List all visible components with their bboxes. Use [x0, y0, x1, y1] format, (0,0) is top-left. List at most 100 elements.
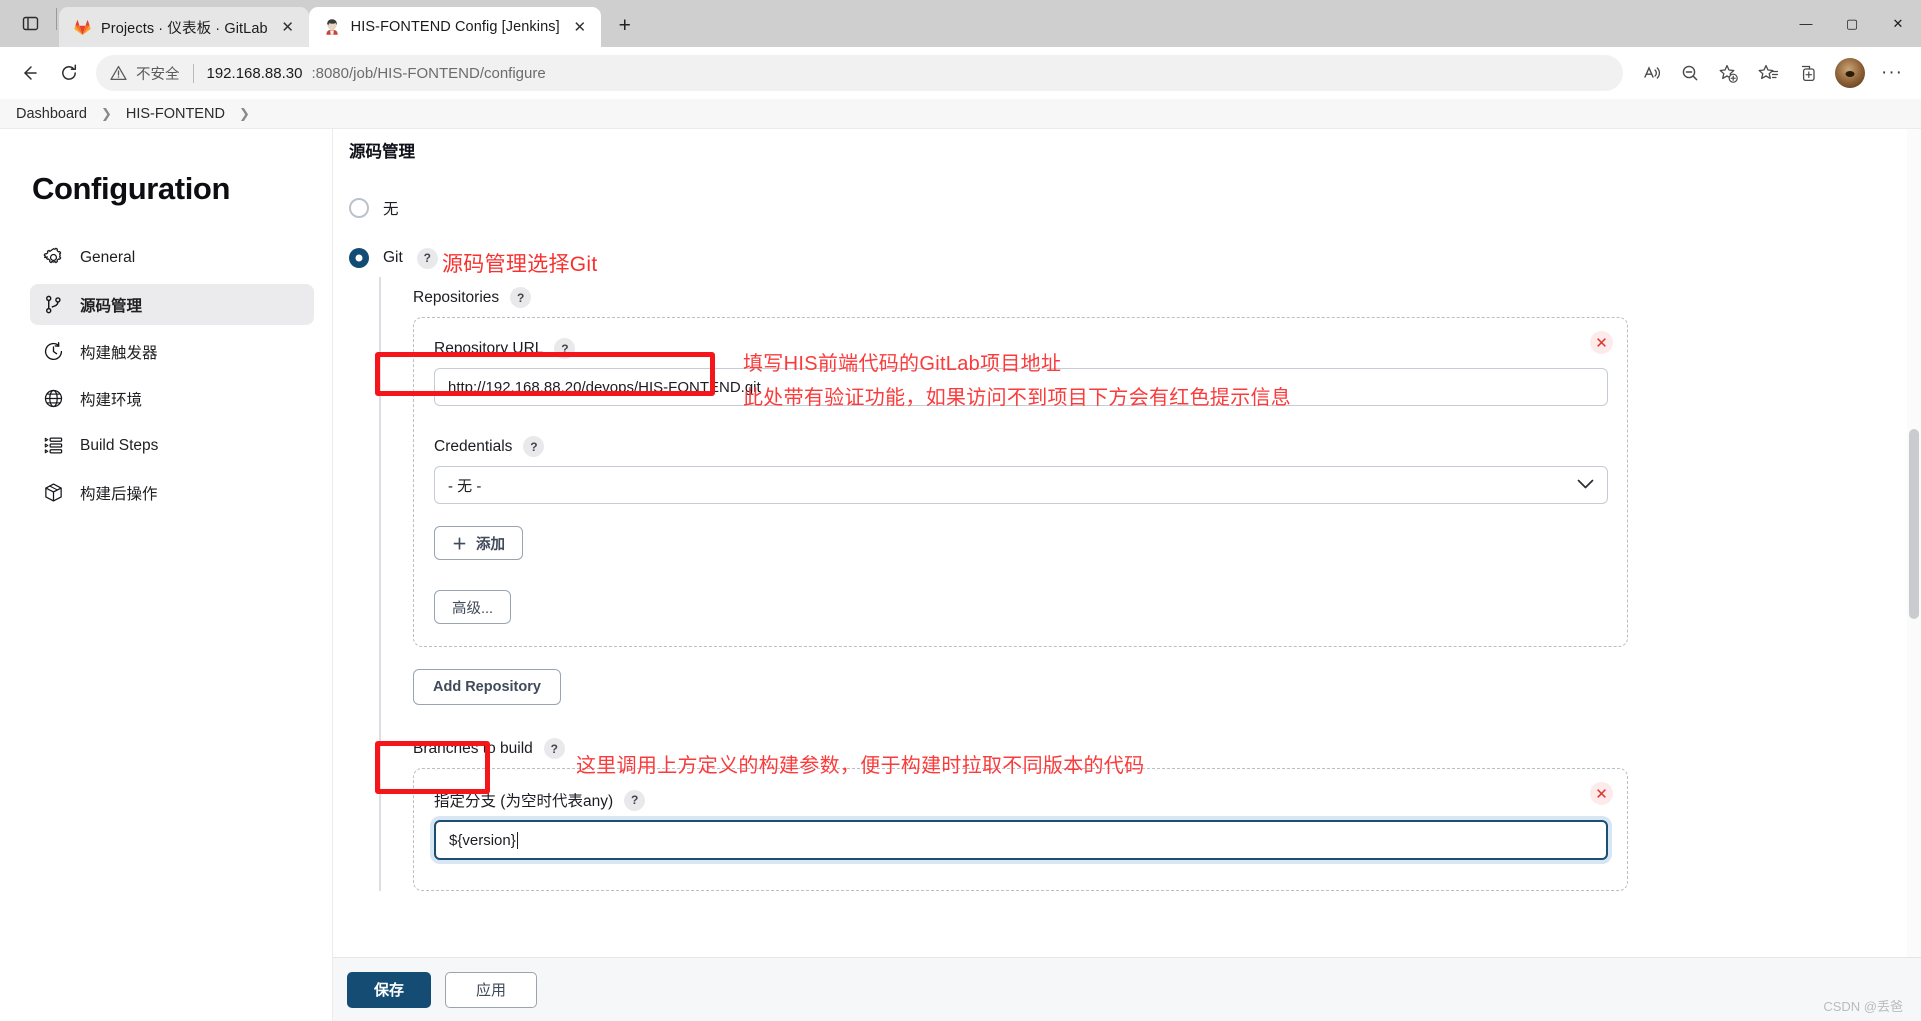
browser-window: Projects · 仪表板 · GitLab ✕ HIS-FONTEND Co… [0, 0, 1921, 1021]
breadcrumb: Dashboard ❯ HIS-FONTEND ❯ [0, 99, 1921, 129]
read-aloud-icon [1642, 63, 1662, 83]
new-tab-button[interactable]: + [607, 8, 643, 44]
branch-specifier-value: ${version} [449, 832, 516, 849]
branches-to-build-label: Branches to build [413, 740, 533, 758]
tab-actions-menu[interactable] [6, 0, 54, 47]
breadcrumb-item-dashboard[interactable]: Dashboard [14, 106, 89, 122]
maximize-button[interactable]: ▢ [1829, 0, 1875, 47]
credentials-label-row: Credentials ? [434, 436, 1605, 457]
tab-gitlab[interactable]: Projects · 仪表板 · GitLab ✕ [59, 7, 309, 47]
sidebar-item-label: 源码管理 [80, 294, 142, 316]
sidebar-item-general[interactable]: General [30, 237, 314, 278]
annotation-scm-git: 源码管理选择Git [442, 251, 598, 279]
not-secure-warning-icon [110, 65, 127, 81]
help-icon[interactable]: ? [523, 436, 544, 457]
branch-specifier-label: 指定分支 (为空时代表any) [434, 789, 613, 811]
browser-toolbar: 不安全 192.168.88.30:8080/job/HIS-FONTEND/c… [0, 47, 1921, 99]
page-content: Dashboard ❯ HIS-FONTEND ❯ Configuration … [0, 99, 1921, 1021]
annotation-branch-param: 这里调用上方定义的构建参数，便于构建时拉取不同版本的代码 [576, 753, 1144, 780]
advanced-button[interactable]: 高级... [434, 590, 511, 624]
url-host: 192.168.88.30 [207, 65, 303, 82]
toolbar-actions: ··· [1633, 54, 1911, 92]
tab-close-icon[interactable]: ✕ [277, 16, 299, 38]
collections-icon [1798, 63, 1819, 84]
address-bar[interactable]: 不安全 192.168.88.30:8080/job/HIS-FONTEND/c… [96, 55, 1623, 91]
sidebar-item-post-build[interactable]: 构建后操作 [30, 472, 314, 513]
sidebar-item-build-environment[interactable]: 构建环境 [30, 378, 314, 419]
sidebar-item-label: General [80, 249, 135, 267]
sidebar-item-scm[interactable]: 源码管理 [30, 284, 314, 325]
credentials-label: Credentials [434, 438, 512, 456]
jenkins-icon [323, 18, 342, 37]
steps-list-icon [42, 435, 64, 457]
tab-search-icon [22, 15, 39, 32]
scrollbar-thumb[interactable] [1909, 429, 1919, 619]
help-icon[interactable]: ? [510, 287, 531, 308]
address-divider [193, 64, 194, 83]
sidebar-item-label: 构建环境 [80, 388, 142, 410]
reload-icon [59, 63, 79, 83]
favorites-button[interactable] [1749, 54, 1787, 92]
configuration-sidebar: Configuration General [0, 129, 332, 1021]
add-favorite-button[interactable] [1709, 54, 1747, 92]
sidebar-item-build-steps[interactable]: Build Steps [30, 425, 314, 466]
page-title: Configuration [32, 171, 314, 207]
plus-icon: ＋ [452, 533, 467, 554]
back-button[interactable] [10, 54, 48, 92]
branch-specifier-input[interactable]: ${version} [434, 820, 1608, 860]
minimize-button[interactable]: — [1783, 0, 1829, 47]
back-arrow-icon [19, 63, 39, 83]
repositories-label-row: Repositories ? [413, 287, 1901, 308]
tab-jenkins[interactable]: HIS-FONTEND Config [Jenkins] ✕ [309, 7, 601, 47]
help-icon[interactable]: ? [544, 738, 565, 759]
radio-git-label: Git [383, 249, 403, 267]
close-window-button[interactable]: ✕ [1875, 0, 1921, 47]
more-button[interactable]: ··· [1873, 54, 1911, 92]
help-icon[interactable]: ? [554, 338, 575, 359]
save-button[interactable]: 保存 [347, 972, 431, 1008]
sidebar-item-label: 构建触发器 [80, 341, 158, 363]
form-footer: 保存 应用 CSDN @丢爸 [333, 957, 1921, 1021]
clock-icon [42, 341, 64, 363]
tab-divider [56, 8, 57, 30]
radio-none[interactable] [349, 198, 369, 218]
window-controls: — ▢ ✕ [1783, 0, 1921, 47]
source-branch-icon [42, 294, 64, 316]
annotation-repo-url-1: 填写HIS前端代码的GitLab项目地址 [743, 351, 1061, 378]
favorites-icon [1758, 63, 1779, 84]
add-repository-button[interactable]: Add Repository [413, 669, 561, 705]
chevron-down-icon [1577, 477, 1594, 494]
zoom-out-icon [1680, 63, 1700, 83]
breadcrumb-item-job[interactable]: HIS-FONTEND [124, 106, 227, 122]
add-credentials-label: 添加 [476, 533, 505, 554]
tab-title: Projects · 仪表板 · GitLab [101, 17, 268, 38]
chevron-right-icon: ❯ [233, 106, 256, 122]
help-icon[interactable]: ? [624, 790, 645, 811]
radio-git[interactable] [349, 248, 369, 268]
reload-button[interactable] [50, 54, 88, 92]
main-scrollbar[interactable] [1907, 129, 1921, 1021]
tab-strip: Projects · 仪表板 · GitLab ✕ HIS-FONTEND Co… [0, 0, 1921, 47]
profile-avatar[interactable] [1835, 58, 1865, 88]
annotation-repo-url-2: 此处带有验证功能，如果访问不到项目下方会有红色提示信息 [743, 385, 1291, 412]
package-box-icon [42, 482, 64, 504]
section-title: 源码管理 [341, 129, 1901, 171]
gitlab-icon [73, 18, 92, 37]
security-label: 不安全 [136, 63, 180, 84]
chevron-right-icon: ❯ [95, 106, 118, 122]
sidebar-item-build-triggers[interactable]: 构建触发器 [30, 331, 314, 372]
zoom-out-button[interactable] [1671, 54, 1709, 92]
collections-button[interactable] [1789, 54, 1827, 92]
remove-branch-button[interactable]: ✕ [1590, 782, 1613, 805]
tab-close-icon[interactable]: ✕ [569, 16, 591, 38]
branch-specifier-label-row: 指定分支 (为空时代表any) ? [434, 789, 1605, 811]
credentials-select[interactable]: - 无 - [434, 466, 1608, 504]
apply-button[interactable]: 应用 [445, 972, 537, 1008]
sidebar-item-label: Build Steps [80, 437, 158, 455]
help-icon[interactable]: ? [417, 248, 438, 269]
configuration-main: 源码管理 无 Git ? Repositories ? [332, 129, 1921, 1021]
remove-repository-button[interactable]: ✕ [1590, 331, 1613, 354]
read-aloud-button[interactable] [1633, 54, 1671, 92]
scm-option-none[interactable]: 无 [349, 189, 1901, 227]
add-credentials-button[interactable]: ＋ 添加 [434, 526, 523, 560]
